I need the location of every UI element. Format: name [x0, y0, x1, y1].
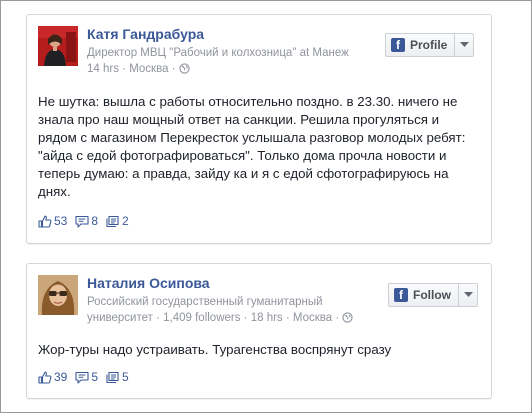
post-card: Наталия Осипова Российский государственн… — [26, 263, 492, 399]
facebook-icon: f — [394, 288, 408, 302]
comment-icon — [75, 215, 89, 228]
follow-button-label: Follow — [413, 288, 451, 302]
post-stats: 53 8 2 — [38, 214, 137, 228]
share-icon — [106, 371, 119, 383]
followers-count: 1,409 followers — [163, 312, 241, 324]
globe-icon — [179, 63, 190, 79]
chevron-down-icon[interactable] — [458, 284, 477, 306]
location[interactable]: Москва — [129, 63, 168, 75]
avatar[interactable] — [38, 275, 78, 315]
author-organization: университет — [87, 312, 153, 324]
meta-separator: · — [240, 312, 251, 324]
facebook-icon: f — [391, 38, 405, 52]
post-meta: 14 hrs · Москва · — [87, 61, 190, 79]
at-text: at — [296, 47, 313, 59]
post-text: Не шутка: вышла с работы относительно по… — [38, 94, 466, 199]
location[interactable]: Москва — [293, 312, 332, 324]
likes-count: 39 — [54, 370, 68, 384]
shares-count: 2 — [122, 214, 129, 228]
avatar[interactable] — [38, 26, 78, 66]
shares-stat[interactable]: 5 — [106, 370, 129, 384]
shares-stat[interactable]: 2 — [106, 214, 129, 228]
meta-separator: · — [168, 63, 179, 75]
meta-separator: · — [332, 312, 343, 324]
globe-icon — [342, 312, 354, 328]
profile-button[interactable]: f Profile — [385, 33, 475, 57]
timestamp[interactable]: 18 hrs — [251, 312, 283, 324]
shares-count: 5 — [122, 370, 129, 384]
meta-separator: · — [152, 312, 164, 324]
profile-button-main[interactable]: f Profile — [386, 34, 454, 56]
like-icon — [38, 371, 52, 384]
meta-separator: · — [282, 312, 293, 324]
profile-button-label: Profile — [410, 38, 448, 52]
author-subtitle: Российский государственный гуманитарный — [87, 296, 323, 308]
likes-stat[interactable]: 53 — [38, 214, 67, 228]
post-text: Жор-туры надо устраивать. Турагенства во… — [38, 342, 392, 357]
comment-icon — [75, 371, 89, 384]
chevron-down-icon[interactable] — [454, 34, 473, 56]
author-subtitle: Директор МВЦ "Рабочий и колхозница" at М… — [87, 45, 349, 61]
likes-stat[interactable]: 39 — [38, 370, 67, 384]
post-meta: университет · 1,409 followers · 18 hrs ·… — [87, 310, 354, 328]
likes-count: 53 — [54, 214, 68, 228]
post-stats: 39 5 5 — [38, 370, 137, 384]
place-link[interactable]: Манеж — [312, 47, 348, 59]
like-icon — [38, 215, 52, 228]
author-name[interactable]: Наталия Осипова — [87, 275, 210, 292]
meta-separator: · — [118, 63, 130, 75]
author-position: Директор МВЦ "Рабочий и колхозница" — [87, 47, 297, 59]
share-icon — [106, 215, 119, 227]
comments-stat[interactable]: 5 — [75, 370, 98, 384]
timestamp[interactable]: 14 hrs — [87, 63, 119, 75]
follow-button[interactable]: f Follow — [388, 283, 478, 307]
comments-stat[interactable]: 8 — [75, 214, 98, 228]
follow-button-main[interactable]: f Follow — [389, 284, 458, 306]
author-name[interactable]: Катя Гандрабура — [87, 26, 204, 43]
comments-count: 5 — [91, 370, 99, 384]
comments-count: 8 — [91, 214, 99, 228]
post-card: Катя Гандрабура Директор МВЦ "Рабочий и … — [26, 14, 492, 244]
